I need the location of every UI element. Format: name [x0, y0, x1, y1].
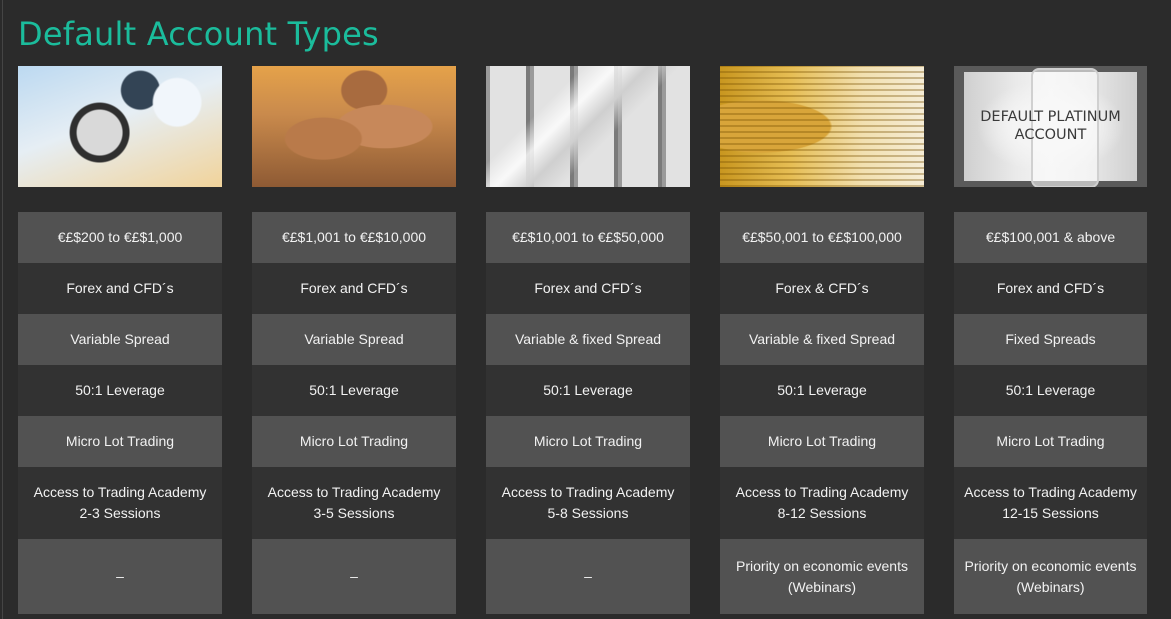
- spread-type: Variable & fixed Spread: [720, 314, 924, 365]
- priority-events: –: [486, 539, 690, 614]
- account-column-5: DEFAULT PLATINUM ACCOUNT €£$100,001 & ab…: [954, 66, 1147, 614]
- lot-trading: Micro Lot Trading: [252, 416, 456, 467]
- account-column-3: €£$10,001 to €£$50,000 Forex and CFD´s V…: [486, 66, 690, 614]
- priority-events: –: [18, 539, 222, 614]
- spread-type: Fixed Spreads: [954, 314, 1147, 365]
- leverage: 50:1 Leverage: [18, 365, 222, 416]
- instruments: Forex and CFD´s: [486, 263, 690, 314]
- priority-events: Priority on economic events (Webinars): [720, 539, 924, 614]
- deposit-range: €£$100,001 & above: [954, 212, 1147, 263]
- silver-bars-image[interactable]: [486, 66, 690, 187]
- trading-academy: Access to Trading Academy 5-8 Sessions: [486, 467, 690, 539]
- lot-trading: Micro Lot Trading: [18, 416, 222, 467]
- instruments: Forex and CFD´s: [252, 263, 456, 314]
- leverage: 50:1 Leverage: [954, 365, 1147, 416]
- trading-academy: Access to Trading Academy 2-3 Sessions: [18, 467, 222, 539]
- account-column-2: €£$1,001 to €£$10,000 Forex and CFD´s Va…: [252, 66, 456, 614]
- spread-type: Variable Spread: [252, 314, 456, 365]
- gold-coins-dollar-bills-image[interactable]: [720, 66, 924, 187]
- deposit-range: €£$1,001 to €£$10,000: [252, 212, 456, 263]
- priority-events: –: [252, 539, 456, 614]
- spread-type: Variable Spread: [18, 314, 222, 365]
- copper-coin-stacks-image[interactable]: [252, 66, 456, 187]
- platinum-bars-image[interactable]: DEFAULT PLATINUM ACCOUNT: [954, 66, 1147, 187]
- lot-trading: Micro Lot Trading: [720, 416, 924, 467]
- deposit-range: €£$200 to €£$1,000: [18, 212, 222, 263]
- leverage: 50:1 Leverage: [720, 365, 924, 416]
- account-column-1: €£$200 to €£$1,000 Forex and CFD´s Varia…: [18, 66, 222, 614]
- left-border: [2, 0, 3, 619]
- priority-events: Priority on economic events (Webinars): [954, 539, 1147, 614]
- spread-type: Variable & fixed Spread: [486, 314, 690, 365]
- lot-trading: Micro Lot Trading: [486, 416, 690, 467]
- trading-academy: Access to Trading Academy 3-5 Sessions: [252, 467, 456, 539]
- deposit-range: €£$10,001 to €£$50,000: [486, 212, 690, 263]
- deposit-range: €£$50,001 to €£$100,000: [720, 212, 924, 263]
- leverage: 50:1 Leverage: [252, 365, 456, 416]
- account-column-4: €£$50,001 to €£$100,000 Forex & CFD´s Va…: [720, 66, 924, 614]
- instruments: Forex and CFD´s: [18, 263, 222, 314]
- account-types-grid: €£$200 to €£$1,000 Forex and CFD´s Varia…: [18, 66, 1147, 614]
- platinum-account-label: DEFAULT PLATINUM ACCOUNT: [980, 109, 1121, 143]
- instruments: Forex and CFD´s: [954, 263, 1147, 314]
- trading-academy: Access to Trading Academy 8-12 Sessions: [720, 467, 924, 539]
- trading-academy: Access to Trading Academy 12-15 Sessions: [954, 467, 1147, 539]
- magnifying-glass-coins-image[interactable]: [18, 66, 222, 187]
- leverage: 50:1 Leverage: [486, 365, 690, 416]
- page-title: Default Account Types: [18, 15, 379, 53]
- instruments: Forex & CFD´s: [720, 263, 924, 314]
- lot-trading: Micro Lot Trading: [954, 416, 1147, 467]
